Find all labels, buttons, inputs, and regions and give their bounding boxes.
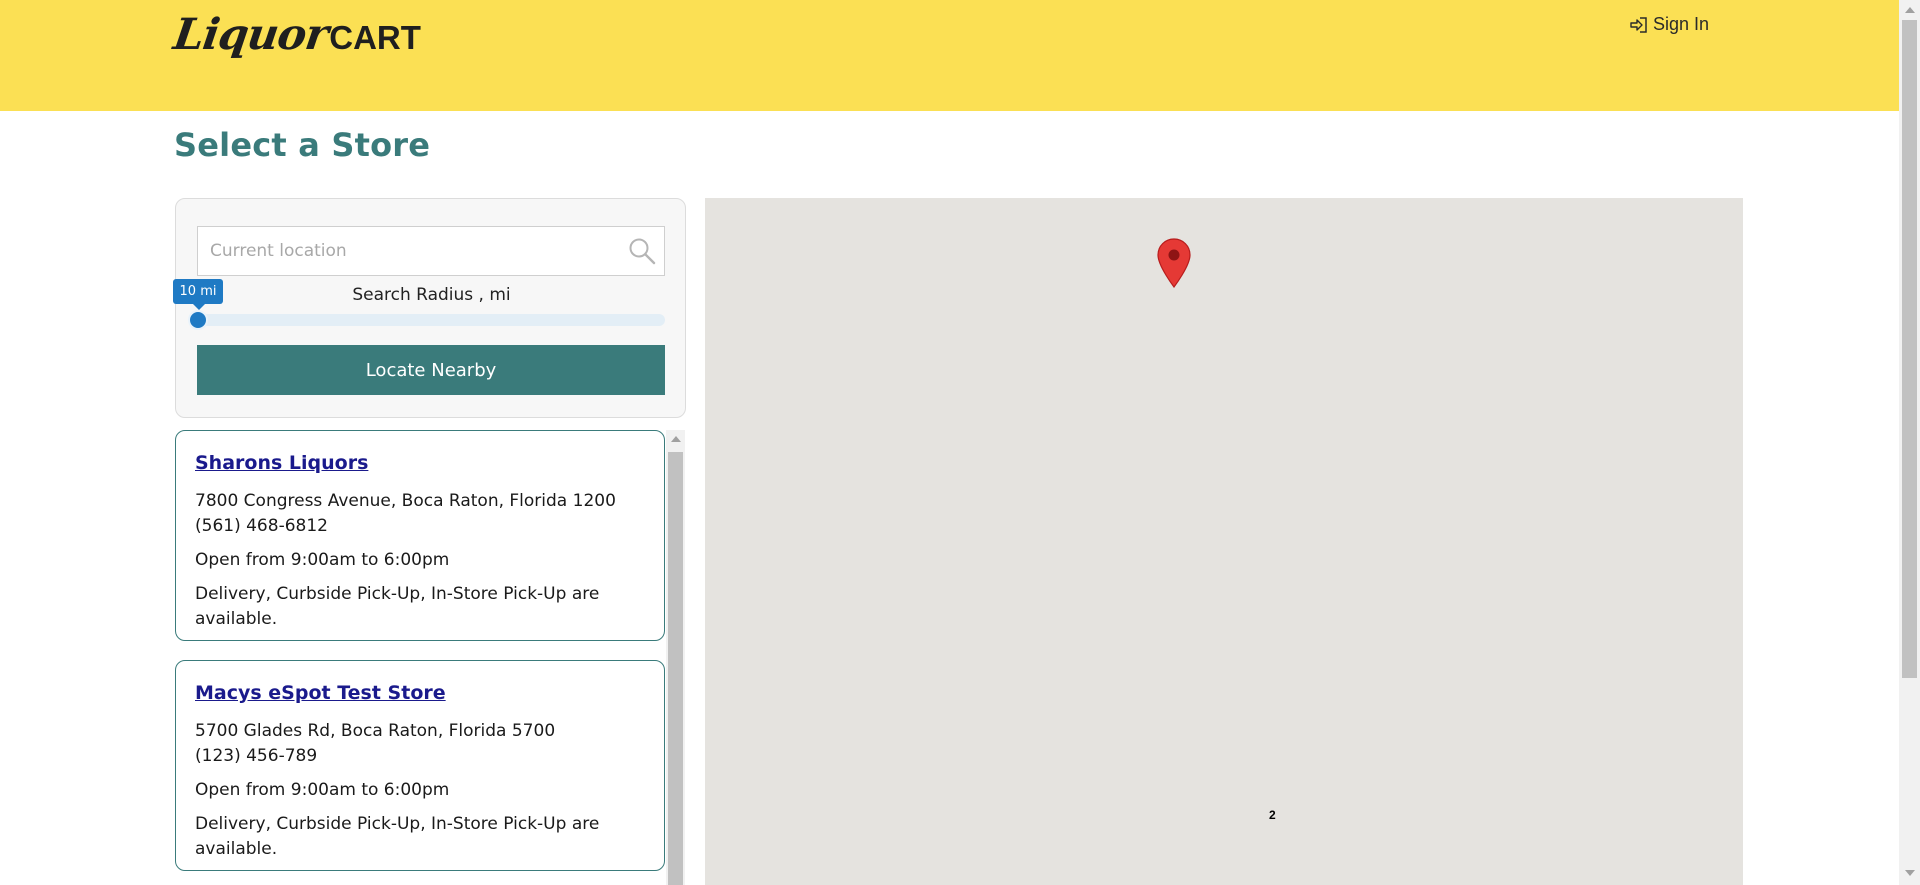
store-address: 7800 Congress Avenue, Boca Raton, Florid… — [195, 491, 616, 511]
page-title: Select a Store — [174, 126, 431, 164]
location-field — [197, 226, 665, 276]
search-radius-label: Search Radius , mi — [352, 285, 511, 305]
logo-script-text: Liquor — [170, 10, 331, 60]
page-scroll-down-arrow-icon[interactable] — [1905, 870, 1915, 876]
store-name-link[interactable]: Macys eSpot Test Store — [195, 682, 645, 704]
store-hours: Open from 9:00am to 6:00pm — [195, 780, 450, 800]
store-availability: Delivery, Curbside Pick-Up, In-Store Pic… — [195, 584, 600, 629]
store-card: Sharons Liquors 7800 Congress Avenue, Bo… — [175, 430, 665, 641]
store-list-scrollbar[interactable] — [666, 430, 685, 885]
store-phone: (561) 468-6812 — [195, 516, 328, 536]
store-name-link[interactable]: Sharons Liquors — [195, 452, 645, 474]
sign-in-label: Sign In — [1653, 14, 1710, 34]
page-scroll-thumb[interactable] — [1902, 20, 1917, 678]
site-header: Liquor CART Sign In — [0, 0, 1899, 111]
store-list: Sharons Liquors 7800 Congress Avenue, Bo… — [175, 430, 687, 885]
store-card: Macys eSpot Test Store 5700 Glades Rd, B… — [175, 660, 665, 871]
map-pin-icon[interactable] — [1157, 238, 1191, 288]
liquorcart-logo[interactable]: Liquor CART — [170, 10, 421, 70]
page-scroll-up-arrow-icon[interactable] — [1905, 7, 1915, 13]
sign-in-icon — [1630, 16, 1647, 33]
radius-slider-track[interactable] — [197, 314, 665, 326]
scroll-up-arrow-icon[interactable] — [671, 436, 681, 442]
radius-slider-handle[interactable] — [188, 310, 208, 330]
page-scrollbar[interactable] — [1899, 0, 1920, 885]
marker-cluster-count[interactable]: 2 — [1269, 808, 1276, 822]
scroll-thumb[interactable] — [668, 452, 683, 885]
locate-nearby-button[interactable]: Locate Nearby — [197, 345, 665, 395]
store-hours: Open from 9:00am to 6:00pm — [195, 550, 450, 570]
store-search-panel: 10 mi Search Radius , mi Locate Nearby — [173, 198, 686, 418]
store-phone: (123) 456-789 — [195, 746, 318, 766]
magnifier-icon[interactable] — [628, 237, 656, 265]
store-address: 5700 Glades Rd, Boca Raton, Florida 5700 — [195, 721, 556, 741]
store-map[interactable]: 2 — [705, 198, 1743, 885]
sign-in-link[interactable]: Sign In — [1629, 14, 1709, 35]
store-availability: Delivery, Curbside Pick-Up, In-Store Pic… — [195, 814, 600, 859]
location-input[interactable] — [198, 227, 618, 275]
logo-cart-text: CART — [329, 19, 421, 56]
